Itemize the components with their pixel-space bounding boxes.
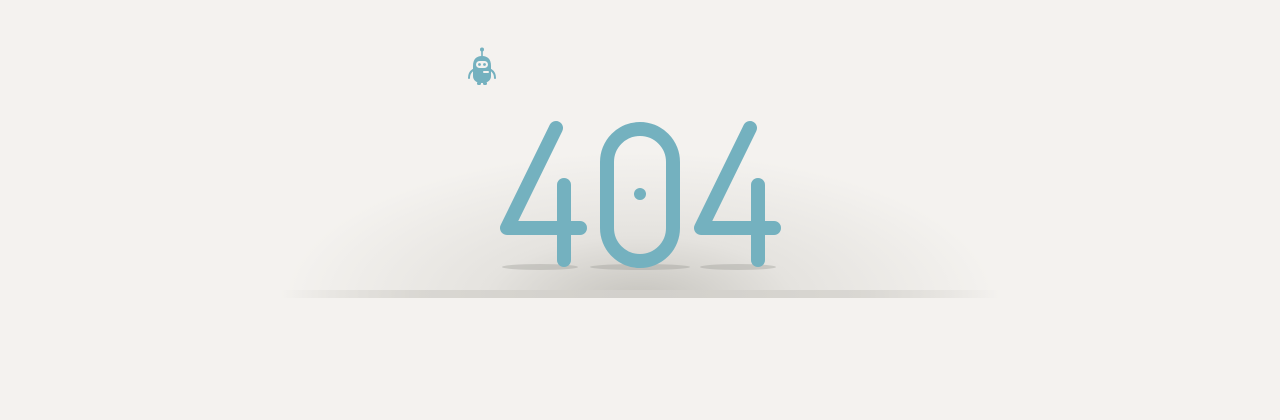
robot-icon (468, 47, 496, 85)
digit-4-right (694, 121, 781, 267)
error-code-text: 404 (0, 0, 1, 1)
floor-line (280, 290, 1000, 298)
error-page: 404 (0, 0, 1280, 420)
error-code-graphic (500, 121, 781, 270)
digit-0 (600, 122, 680, 268)
digit-4-left (500, 121, 587, 267)
floor-surface (0, 298, 1280, 420)
